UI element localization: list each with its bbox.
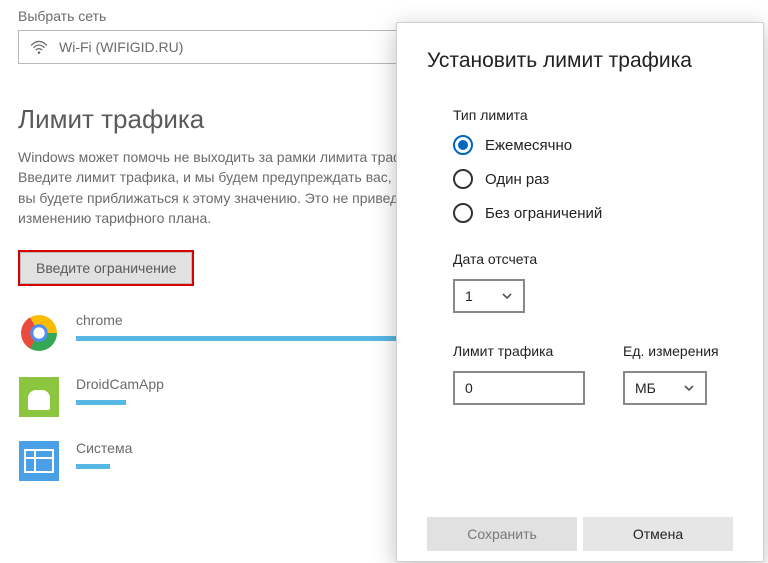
usage-bar (76, 464, 396, 469)
cancel-button[interactable]: Отмена (583, 517, 733, 551)
radio-icon (453, 203, 473, 223)
limit-type-radio-group: Ежемесячно Один раз Без ограничений (453, 135, 733, 223)
section-description: Windows может помочь не выходить за рамк… (18, 147, 438, 228)
radio-icon (453, 135, 473, 155)
enter-limit-button[interactable]: Введите ограничение (18, 250, 194, 286)
radio-label: Без ограничений (485, 205, 602, 222)
radio-unlimited[interactable]: Без ограничений (453, 203, 733, 223)
radio-once[interactable]: Один раз (453, 169, 733, 189)
reset-date-label: Дата отсчета (453, 251, 733, 267)
network-name: Wi-Fi (WIFIGID.RU) (59, 39, 183, 55)
chrome-icon (18, 312, 60, 354)
android-icon (18, 376, 60, 418)
unit-select[interactable]: МБ (623, 371, 707, 405)
limit-type-label: Тип лимита (453, 107, 733, 123)
system-icon (18, 440, 60, 482)
reset-date-value: 1 (465, 288, 473, 304)
data-limit-input[interactable]: 0 (453, 371, 585, 405)
radio-monthly[interactable]: Ежемесячно (453, 135, 733, 155)
set-data-limit-dialog: Установить лимит трафика Тип лимита Ежем… (396, 22, 764, 562)
wifi-icon (29, 39, 49, 55)
dialog-title: Установить лимит трафика (427, 49, 733, 73)
unit-value: МБ (635, 380, 656, 396)
data-limit-label: Лимит трафика (453, 343, 585, 359)
chevron-down-icon (683, 382, 695, 394)
unit-label: Ед. измерения (623, 343, 719, 359)
chevron-down-icon (501, 290, 513, 302)
reset-date-select[interactable]: 1 (453, 279, 525, 313)
data-limit-value: 0 (465, 380, 473, 396)
usage-bar (76, 336, 396, 341)
radio-label: Один раз (485, 171, 549, 188)
radio-icon (453, 169, 473, 189)
save-button[interactable]: Сохранить (427, 517, 577, 551)
usage-bar (76, 400, 396, 405)
radio-label: Ежемесячно (485, 137, 572, 154)
